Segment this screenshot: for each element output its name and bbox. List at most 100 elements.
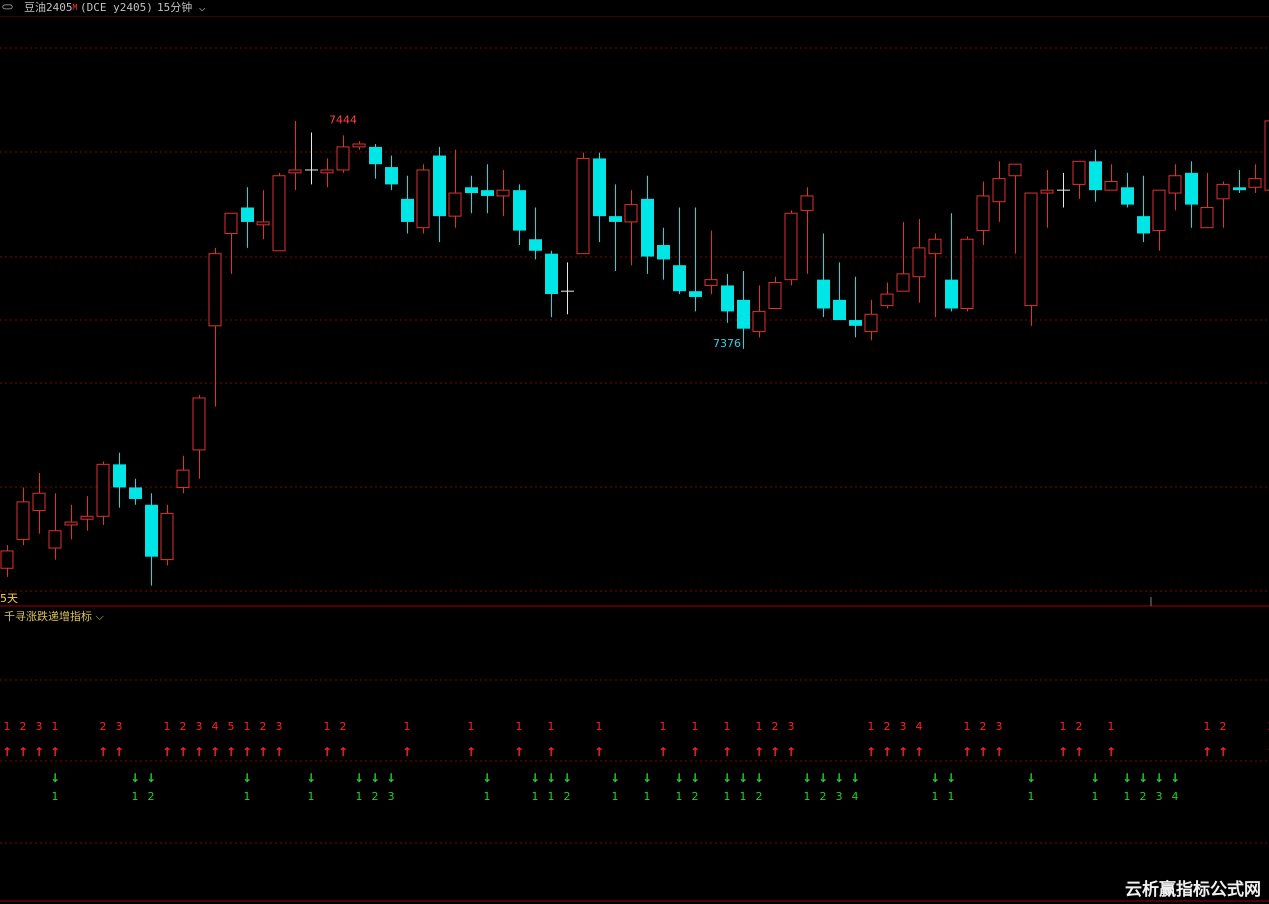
down-count-label: 2 bbox=[756, 790, 763, 803]
candle bbox=[1200, 172, 1214, 229]
up-count-label: 2 bbox=[884, 720, 891, 733]
candlestick-series bbox=[0, 120, 1269, 586]
down-count-label: 2 bbox=[1140, 790, 1147, 803]
up-count-label: 2 bbox=[260, 720, 267, 733]
indicator-title[interactable]: 千寻涨跌递增指标 ⌵ bbox=[4, 608, 104, 624]
candle-body-up bbox=[16, 501, 30, 540]
candle-body-up bbox=[752, 310, 766, 333]
candle bbox=[689, 207, 702, 312]
up-count-label: 1 bbox=[660, 720, 667, 733]
candle bbox=[385, 155, 398, 191]
down-arrow-icon: ↓ bbox=[482, 771, 492, 785]
up-count-label: 1 bbox=[404, 720, 411, 733]
candle-body-up bbox=[224, 212, 238, 234]
up-arrow-icon: ↑ bbox=[98, 745, 108, 759]
up-arrow-icon: ↑ bbox=[226, 745, 236, 759]
down-count-label: 1 bbox=[244, 790, 251, 803]
up-arrow-icon: ↑ bbox=[2, 745, 12, 759]
down-count-label: 1 bbox=[484, 790, 491, 803]
down-arrow-icon: ↓ bbox=[370, 771, 380, 785]
candle bbox=[192, 395, 206, 479]
down-arrow-icon: ↓ bbox=[562, 771, 572, 785]
down-count-label: 4 bbox=[1172, 790, 1179, 803]
candle bbox=[673, 207, 686, 295]
candle bbox=[1008, 163, 1022, 254]
candle-body-down bbox=[833, 299, 846, 321]
down-count-label: 1 bbox=[740, 790, 747, 803]
candle-body-up bbox=[320, 169, 334, 174]
down-count-label: 2 bbox=[820, 790, 827, 803]
down-arrow-icon: ↓ bbox=[674, 771, 684, 785]
up-count-label: 2 bbox=[340, 720, 347, 733]
candle-body-down bbox=[145, 504, 158, 557]
up-arrow-icon: ↑ bbox=[1058, 745, 1068, 759]
candle bbox=[1248, 164, 1262, 194]
candle-body-up bbox=[80, 515, 94, 520]
candle-body-up bbox=[0, 550, 14, 569]
down-count-label: 1 bbox=[612, 790, 619, 803]
candle bbox=[481, 164, 494, 214]
up-arrow-icon: ↑ bbox=[338, 745, 348, 759]
up-count-label: 3 bbox=[996, 720, 1003, 733]
up-arrow-icon: ↑ bbox=[786, 745, 796, 759]
candle bbox=[32, 473, 46, 534]
candle-body-up bbox=[784, 212, 798, 281]
candle-body-down bbox=[945, 279, 958, 309]
up-arrow-icon: ↑ bbox=[514, 745, 524, 759]
candle bbox=[833, 262, 846, 321]
down-count-label: 1 bbox=[1092, 790, 1099, 803]
up-arrow-icon: ↑ bbox=[690, 745, 700, 759]
candle bbox=[1264, 120, 1269, 191]
candle bbox=[817, 233, 830, 318]
candle bbox=[849, 276, 862, 338]
candle-body-up bbox=[160, 512, 174, 561]
candle bbox=[561, 262, 574, 315]
down-count-label: 1 bbox=[644, 790, 651, 803]
up-arrow-icon: ↑ bbox=[962, 745, 972, 759]
candle-body-down bbox=[129, 487, 142, 499]
down-arrow-icon: ↓ bbox=[354, 771, 364, 785]
up-count-label: 3 bbox=[36, 720, 43, 733]
indicator-name: 千寻涨跌递增指标 bbox=[4, 610, 92, 623]
candle-body-down bbox=[241, 207, 254, 222]
down-count-label: 1 bbox=[948, 790, 955, 803]
up-arrow-icon: ↑ bbox=[34, 745, 44, 759]
down-count-label: 2 bbox=[372, 790, 379, 803]
candle bbox=[609, 184, 622, 271]
up-count-label: 2 bbox=[180, 720, 187, 733]
candle bbox=[272, 172, 286, 252]
candle bbox=[352, 141, 366, 150]
up-arrow-icon: ↑ bbox=[162, 745, 172, 759]
down-arrow-icon: ↓ bbox=[306, 771, 316, 785]
up-arrow-icon: ↑ bbox=[866, 745, 876, 759]
up-count-label: 1 bbox=[692, 720, 699, 733]
candle bbox=[369, 143, 382, 179]
down-count-label: 1 bbox=[308, 790, 315, 803]
candle bbox=[1233, 169, 1246, 194]
candle bbox=[928, 233, 942, 318]
down-arrow-icon: ↓ bbox=[690, 771, 700, 785]
down-arrow-icon: ↓ bbox=[818, 771, 828, 785]
up-arrow-icon: ↑ bbox=[194, 745, 204, 759]
candle bbox=[1057, 172, 1070, 208]
candle-body-down bbox=[657, 245, 670, 260]
up-count-label: 3 bbox=[196, 720, 203, 733]
up-count-label: 1 bbox=[516, 720, 523, 733]
down-count-label: 3 bbox=[836, 790, 843, 803]
candle bbox=[448, 149, 462, 228]
chart-canvas[interactable]: 7444 7376 1 ↑ 2 ↑ 3 ↑ 1 ↑ 2 ↑ 3 ↑ 1 ↑ 2 ↑ 3 ↑ 4 ↑ 5 ↑ 1 ↑ 2 ↑ 3 ↑ 1 ↑ 2… bbox=[0, 0, 1269, 904]
up-arrow-icon: ↑ bbox=[50, 745, 60, 759]
up-arrow-icon: ↑ bbox=[402, 745, 412, 759]
up-arrow-icon: ↑ bbox=[546, 745, 556, 759]
up-arrow-icon: ↑ bbox=[994, 745, 1004, 759]
candle-body-down bbox=[721, 285, 734, 312]
up-count-label: 1 bbox=[1108, 720, 1115, 733]
candle bbox=[880, 282, 894, 309]
candle bbox=[800, 187, 814, 274]
candle bbox=[241, 187, 254, 248]
candle bbox=[496, 169, 510, 217]
candle-body-up bbox=[448, 192, 462, 217]
candle bbox=[16, 487, 30, 546]
candle bbox=[768, 276, 782, 309]
candle-body-up bbox=[928, 238, 942, 255]
